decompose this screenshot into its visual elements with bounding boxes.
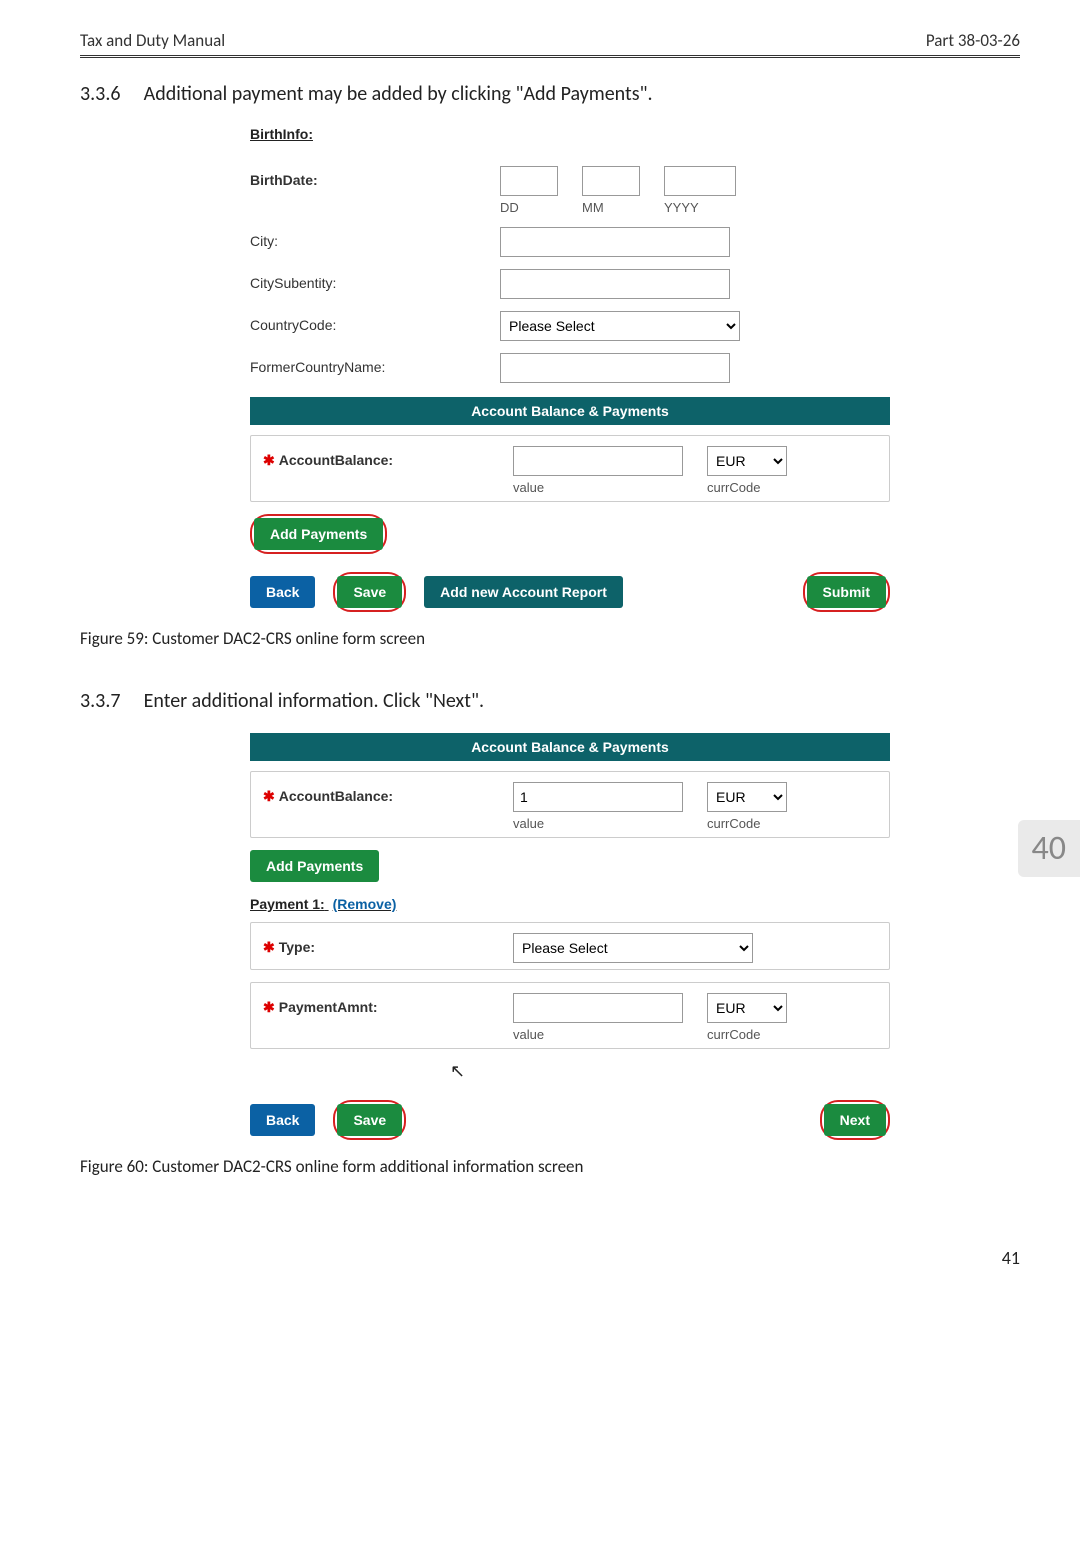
account-balance-banner: Account Balance & Payments xyxy=(250,733,890,761)
value-sublabel: value xyxy=(513,480,683,495)
save-highlight: Save xyxy=(333,572,406,612)
type-label: ✱Type: xyxy=(263,933,513,956)
required-star-icon: ✱ xyxy=(263,452,275,468)
account-balance-label: ✱AccountBalance: xyxy=(263,782,513,805)
cursor-icon: ↖ xyxy=(450,1061,890,1082)
save-button[interactable]: Save xyxy=(337,576,402,608)
page-header: Tax and Duty Manual Part 38-03-26 xyxy=(80,30,1020,58)
city-label: City: xyxy=(250,227,500,249)
country-code-label: CountryCode: xyxy=(250,311,500,333)
mm-sublabel: MM xyxy=(582,200,640,215)
header-left: Tax and Duty Manual xyxy=(80,30,225,51)
next-highlight: Next xyxy=(820,1100,890,1140)
section-title: Enter additional information. Click "Nex… xyxy=(144,689,484,713)
value-sublabel: value xyxy=(513,1027,683,1042)
account-balance-label: ✱AccountBalance: xyxy=(263,446,513,469)
currcode-sublabel: currCode xyxy=(707,816,787,831)
value-sublabel: value xyxy=(513,816,683,831)
city-subentity-label: CitySubentity: xyxy=(250,269,500,291)
section-337: 3.3.7 Enter additional information. Clic… xyxy=(80,689,1020,713)
section-title: Additional payment may be added by click… xyxy=(144,82,653,106)
birthdate-label: BirthDate: xyxy=(250,166,500,188)
submit-highlight: Submit xyxy=(803,572,890,612)
city-input[interactable] xyxy=(500,227,730,257)
add-payments-highlight: Add Payments xyxy=(250,514,387,554)
add-payments-button[interactable]: Add Payments xyxy=(254,518,383,550)
birthdate-mm-input[interactable] xyxy=(582,166,640,196)
payment-amnt-value-input[interactable] xyxy=(513,993,683,1023)
account-balance-currency-select[interactable]: EUR xyxy=(707,446,787,476)
birthdate-yyyy-input[interactable] xyxy=(664,166,736,196)
save-highlight: Save xyxy=(333,1100,406,1140)
required-star-icon: ✱ xyxy=(263,788,275,804)
currcode-sublabel: currCode xyxy=(707,1027,787,1042)
back-button[interactable]: Back xyxy=(250,576,315,608)
remove-payment-link[interactable]: (Remove) xyxy=(333,896,397,912)
save-button[interactable]: Save xyxy=(337,1104,402,1136)
section-number: 3.3.7 xyxy=(80,689,140,713)
former-country-label: FormerCountryName: xyxy=(250,353,500,375)
figure-59-caption: Figure 59: Customer DAC2-CRS online form… xyxy=(80,628,1020,649)
figure-59: BirthInfo: BirthDate: DD MM YYYY City: xyxy=(250,126,890,612)
back-button[interactable]: Back xyxy=(250,1104,315,1136)
birthinfo-heading: BirthInfo: xyxy=(250,126,313,142)
dd-sublabel: DD xyxy=(500,200,558,215)
payment-amnt-label: ✱PaymentAmnt: xyxy=(263,993,513,1016)
currcode-sublabel: currCode xyxy=(707,480,787,495)
required-star-icon: ✱ xyxy=(263,999,275,1015)
side-page-badge: 40 xyxy=(1018,820,1080,877)
account-balance-currency-select[interactable]: EUR xyxy=(707,782,787,812)
country-code-select[interactable]: Please Select xyxy=(500,311,740,341)
birthdate-dd-input[interactable] xyxy=(500,166,558,196)
payment-amnt-currency-select[interactable]: EUR xyxy=(707,993,787,1023)
add-new-account-report-button[interactable]: Add new Account Report xyxy=(424,576,623,608)
former-country-input[interactable] xyxy=(500,353,730,383)
figure-60-caption: Figure 60: Customer DAC2-CRS online form… xyxy=(80,1156,1020,1177)
submit-button[interactable]: Submit xyxy=(807,576,886,608)
figure-60: Account Balance & Payments ✱AccountBalan… xyxy=(250,733,890,1140)
yyyy-sublabel: YYYY xyxy=(664,200,736,215)
header-right: Part 38-03-26 xyxy=(926,30,1020,51)
account-balance-banner: Account Balance & Payments xyxy=(250,397,890,425)
add-payments-button[interactable]: Add Payments xyxy=(250,850,379,882)
city-subentity-input[interactable] xyxy=(500,269,730,299)
account-balance-value-input[interactable] xyxy=(513,446,683,476)
payment-type-select[interactable]: Please Select xyxy=(513,933,753,963)
page-number: 41 xyxy=(0,1247,1080,1289)
account-balance-value-input[interactable] xyxy=(513,782,683,812)
next-button[interactable]: Next xyxy=(824,1104,886,1136)
payment-1-heading: Payment 1: (Remove) xyxy=(250,896,890,912)
section-336: 3.3.6 Additional payment may be added by… xyxy=(80,82,1020,106)
required-star-icon: ✱ xyxy=(263,939,275,955)
section-number: 3.3.6 xyxy=(80,82,140,106)
